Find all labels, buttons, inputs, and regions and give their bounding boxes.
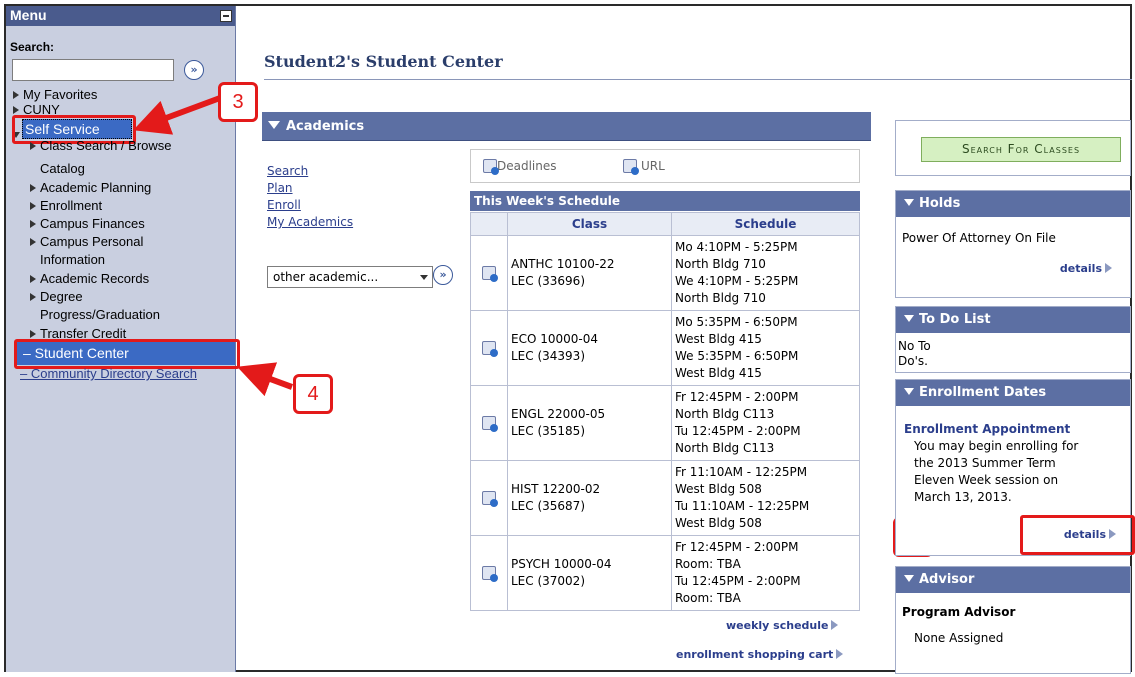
holds-details-link[interactable]: details: [1060, 262, 1112, 275]
advisor-header[interactable]: Advisor: [896, 567, 1130, 593]
holds-header[interactable]: Holds: [896, 191, 1130, 217]
class-detail-icon[interactable]: [470, 385, 508, 461]
schedule-cell: Fr 12:45PM - 2:00PM Room: TBA Tu 12:45PM -…: [671, 535, 860, 611]
calendar-info-icon: [483, 159, 499, 175]
page-title: Student2's Student Center: [264, 52, 503, 71]
schedule-cell: Fr 11:10AM - 12:25PM West Bldg 508 Tu 11:1…: [671, 460, 860, 536]
collapse-triangle-icon: [904, 575, 914, 582]
academics-link-enroll[interactable]: Enroll: [267, 198, 301, 212]
advisor-panel: Advisor Program Advisor None Assigned: [895, 566, 1131, 674]
arrow-right-icon: [836, 649, 844, 659]
quick-links-bar: Deadlines URL: [470, 149, 860, 183]
enrollment-cart-link[interactable]: enrollment shopping cart: [676, 648, 844, 661]
advisor-subtitle: Program Advisor: [902, 605, 1016, 619]
academics-title: Academics: [286, 119, 365, 134]
weekly-schedule-link[interactable]: weekly schedule: [726, 619, 839, 632]
enrollment-dates-header[interactable]: Enrollment Dates: [896, 380, 1130, 406]
schedule-cell: Fr 12:45PM - 2:00PM North Bldg C113 Tu 12:…: [671, 385, 860, 461]
class-detail-icon[interactable]: [470, 235, 508, 311]
schedule-cell: Mo 5:35PM - 6:50PM West Bldg 415 We 5:35PM…: [671, 310, 860, 386]
enrollment-appointment-text: You may begin enrolling for the 2013 Summ…: [914, 439, 1079, 504]
class-cell: ENGL 22000-05 LEC (35185): [507, 385, 672, 461]
title-divider: [264, 79, 1132, 80]
collapse-triangle-icon: [904, 388, 914, 395]
class-cell: PSYCH 10000-04 LEC (37002): [507, 535, 672, 611]
class-detail-icon[interactable]: [470, 535, 508, 611]
collapse-triangle-icon: [904, 199, 914, 206]
class-cell: ANTHC 10100-22 LEC (33696): [507, 235, 672, 311]
schedule-title: This Week's Schedule: [470, 191, 860, 211]
arrow-right-icon: [831, 620, 839, 630]
col-schedule: Schedule: [671, 212, 860, 236]
url-link[interactable]: URL: [623, 159, 665, 175]
todo-text: No To Do's.: [898, 339, 931, 368]
callout-4: 4: [293, 374, 333, 414]
schedule-cell: Mo 4:10PM - 5:25PM North Bldg 710 We 4:10P…: [671, 235, 860, 311]
class-cell: HIST 12200-02 LEC (35687): [507, 460, 672, 536]
table-row: ENGL 22000-05 LEC (35185) Fr 12:45PM - 2:…: [470, 385, 860, 461]
table-row: ECO 10000-04 LEC (34393) Mo 5:35PM - 6:50…: [470, 310, 860, 386]
class-cell: ECO 10000-04 LEC (34393): [507, 310, 672, 386]
academics-link-search[interactable]: Search: [267, 164, 308, 178]
chevron-down-icon: [420, 275, 428, 280]
table-row: ANTHC 10100-22 LEC (33696) Mo 4:10PM - 5:…: [470, 235, 860, 311]
holds-panel: Holds Power Of Attorney On File details: [895, 190, 1131, 298]
academics-header[interactable]: Academics: [262, 112, 871, 141]
link-icon: [623, 159, 639, 175]
table-row: PSYCH 10000-04 LEC (37002) Fr 12:45PM - 2…: [470, 535, 860, 611]
enrollment-appointment-title: Enrollment Appointment: [904, 422, 1071, 436]
icon-col-header: [470, 212, 508, 236]
collapse-triangle-icon: [904, 315, 914, 322]
deadlines-link[interactable]: Deadlines: [483, 159, 557, 175]
col-class: Class: [507, 212, 672, 236]
collapse-triangle-icon: [268, 121, 280, 129]
class-detail-icon[interactable]: [470, 310, 508, 386]
todo-header[interactable]: To Do List: [896, 307, 1130, 333]
holds-text: Power Of Attorney On File: [902, 231, 1056, 245]
highlight-enrollment-details: [1020, 515, 1135, 555]
academics-link-plan[interactable]: Plan: [267, 181, 293, 195]
academics-link-my-academics[interactable]: My Academics: [267, 215, 353, 229]
search-for-classes-button[interactable]: Search For Classes: [921, 137, 1121, 162]
academic-go-button[interactable]: »: [433, 265, 453, 285]
schedule-table: Class Schedule ANTHC 10100-22 LEC (33696)…: [470, 212, 860, 611]
callout-3: 3: [218, 82, 258, 122]
todo-panel: To Do List No To Do's.: [895, 306, 1131, 373]
class-detail-icon[interactable]: [470, 460, 508, 536]
other-academic-select[interactable]: other academic...: [267, 266, 433, 288]
advisor-text: None Assigned: [914, 631, 1004, 645]
arrow-right-icon: [1105, 263, 1112, 273]
table-row: HIST 12200-02 LEC (35687) Fr 11:10AM - 12…: [470, 460, 860, 536]
